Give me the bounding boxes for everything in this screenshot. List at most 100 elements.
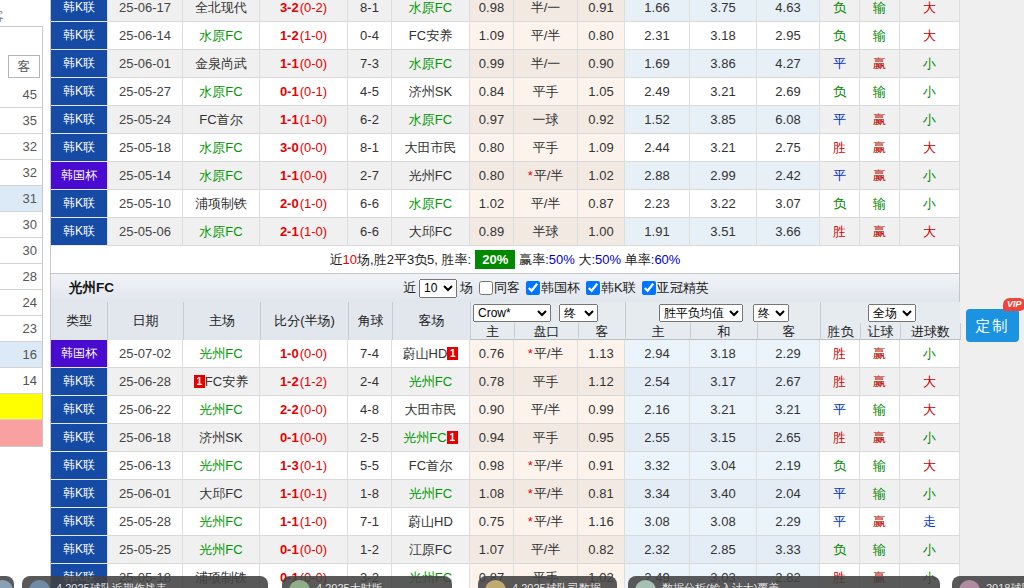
asian-away-odds[interactable]: 0.99 <box>578 396 625 424</box>
euro-odds[interactable]: 3.21 <box>690 396 757 424</box>
asian-away-odds[interactable]: 1.05 <box>578 78 625 106</box>
euro-odds[interactable]: 3.17 <box>690 368 757 396</box>
euro-odds[interactable]: 1.52 <box>625 106 690 134</box>
period-select[interactable]: 全场 <box>868 304 916 322</box>
euro-odds[interactable]: 4.63 <box>757 0 820 22</box>
euro-avg-select[interactable]: 胜平负均值 <box>659 304 743 322</box>
euro-odds[interactable]: 2.95 <box>757 22 820 50</box>
asian-home-odds[interactable]: 0.89 <box>470 218 514 246</box>
filter-checkbox-韩国杯[interactable]: 韩国杯 <box>526 279 580 297</box>
euro-odds[interactable]: 3.66 <box>757 218 820 246</box>
asian-away-odds[interactable]: 1.00 <box>578 218 625 246</box>
euro-odds[interactable]: 2.54 <box>625 368 690 396</box>
euro-odds[interactable]: 3.21 <box>690 78 757 106</box>
filter-checkbox-韩K联[interactable]: 韩K联 <box>586 279 636 297</box>
euro-odds[interactable]: 3.21 <box>690 134 757 162</box>
euro-odds[interactable]: 3.15 <box>690 424 757 452</box>
euro-odds[interactable]: 3.85 <box>690 106 757 134</box>
euro-odds[interactable]: 4.27 <box>757 50 820 78</box>
asian-home-odds[interactable]: 0.80 <box>470 162 514 190</box>
taskbar-window-button[interactable]: 4.2025大时版 <box>282 576 452 588</box>
away-team-cell[interactable]: FC首尔 <box>392 452 470 480</box>
taskbar-window-button[interactable]: 2018球队近期数据 <box>952 576 1024 588</box>
asian-away-odds[interactable]: 0.82 <box>578 536 625 564</box>
home-team-cell[interactable]: 光州FC <box>183 340 260 368</box>
euro-final-select[interactable]: 终 <box>753 304 789 322</box>
handicap-cell[interactable]: 半/一 <box>514 50 578 78</box>
euro-odds[interactable]: 2.19 <box>757 452 820 480</box>
home-team-cell[interactable]: 浦项制铁 <box>183 190 260 218</box>
euro-odds[interactable]: 1.69 <box>625 50 690 78</box>
euro-odds[interactable]: 2.32 <box>625 536 690 564</box>
handicap-cell[interactable]: 平/半 <box>514 22 578 50</box>
handicap-cell[interactable]: 半球 <box>514 218 578 246</box>
home-team-cell[interactable]: 全北现代 <box>183 0 260 22</box>
asian-away-odds[interactable]: 1.13 <box>578 340 625 368</box>
asian-away-odds[interactable]: 0.91 <box>578 452 625 480</box>
asian-home-odds[interactable]: 1.02 <box>470 190 514 218</box>
euro-odds[interactable]: 3.40 <box>690 480 757 508</box>
handicap-cell[interactable]: *平/半 <box>514 452 578 480</box>
home-team-cell[interactable]: 光州FC <box>183 396 260 424</box>
asian-away-odds[interactable]: 0.81 <box>578 480 625 508</box>
euro-odds[interactable]: 2.31 <box>625 22 690 50</box>
euro-odds[interactable]: 6.08 <box>757 106 820 134</box>
away-team-cell[interactable]: 大田市民 <box>392 134 470 162</box>
euro-odds[interactable]: 2.44 <box>625 134 690 162</box>
euro-odds[interactable]: 3.22 <box>690 190 757 218</box>
handicap-cell[interactable]: 平/半 <box>514 396 578 424</box>
home-team-cell[interactable]: 水原FC <box>183 162 260 190</box>
asian-away-odds[interactable]: 1.02 <box>578 162 625 190</box>
euro-odds[interactable]: 2.29 <box>757 340 820 368</box>
home-team-cell[interactable]: 光州FC <box>183 508 260 536</box>
euro-odds[interactable]: 3.21 <box>757 396 820 424</box>
euro-odds[interactable]: 2.04 <box>757 480 820 508</box>
asian-away-odds[interactable]: 1.12 <box>578 368 625 396</box>
asian-away-odds[interactable]: 1.09 <box>578 134 625 162</box>
asian-home-odds[interactable]: 0.98 <box>470 0 514 22</box>
euro-odds[interactable]: 3.08 <box>625 508 690 536</box>
asian-home-odds[interactable]: 0.94 <box>470 424 514 452</box>
asian-away-odds[interactable]: 0.91 <box>578 0 625 22</box>
handicap-cell[interactable]: *平/半 <box>514 508 578 536</box>
asian-home-odds[interactable]: 0.76 <box>470 340 514 368</box>
home-team-cell[interactable]: 水原FC <box>183 134 260 162</box>
euro-odds[interactable]: 3.32 <box>625 452 690 480</box>
asian-home-odds[interactable]: 0.90 <box>470 396 514 424</box>
euro-odds[interactable]: 2.69 <box>757 78 820 106</box>
filter-checkbox-同客[interactable]: 同客 <box>479 279 520 297</box>
home-team-cell[interactable]: FC首尔 <box>183 106 260 134</box>
asian-away-odds[interactable]: 0.87 <box>578 190 625 218</box>
away-team-cell[interactable]: FC安养 <box>392 22 470 50</box>
euro-odds[interactable]: 2.29 <box>757 508 820 536</box>
home-team-cell[interactable]: 光州FC <box>183 536 260 564</box>
home-team-cell[interactable]: 济州SK <box>183 424 260 452</box>
away-team-cell[interactable]: 大邱FC <box>392 218 470 246</box>
euro-odds[interactable]: 3.75 <box>690 0 757 22</box>
handicap-cell[interactable]: 平手 <box>514 134 578 162</box>
euro-odds[interactable]: 3.86 <box>690 50 757 78</box>
games-count-select[interactable]: 10 <box>419 279 457 298</box>
asian-home-odds[interactable]: 0.84 <box>470 78 514 106</box>
home-team-cell[interactable]: 金泉尚武 <box>183 50 260 78</box>
euro-odds[interactable]: 3.33 <box>757 536 820 564</box>
handicap-cell[interactable]: *平/半 <box>514 162 578 190</box>
handicap-cell[interactable]: 平手 <box>514 78 578 106</box>
euro-odds[interactable]: 2.23 <box>625 190 690 218</box>
away-team-cell[interactable]: 江原FC <box>392 536 470 564</box>
away-team-cell[interactable]: 光州FC1 <box>392 424 470 452</box>
asian-final-select[interactable]: 终 <box>559 304 598 322</box>
away-team-cell[interactable]: 蔚山HD <box>392 508 470 536</box>
euro-odds[interactable]: 3.51 <box>690 218 757 246</box>
asian-home-odds[interactable]: 0.99 <box>470 50 514 78</box>
taskbar-window-button[interactable]: 4.2025球队近期作战表 <box>22 576 268 588</box>
asian-home-odds[interactable]: 0.78 <box>470 368 514 396</box>
euro-odds[interactable]: 2.88 <box>625 162 690 190</box>
taskbar-window-button[interactable] <box>0 576 14 588</box>
asian-home-odds[interactable]: 0.80 <box>470 134 514 162</box>
euro-odds[interactable]: 2.99 <box>690 162 757 190</box>
asian-home-odds[interactable]: 0.98 <box>470 452 514 480</box>
euro-odds[interactable]: 2.55 <box>625 424 690 452</box>
taskbar-window-button[interactable]: 数据分析(输入计大)覆盖 <box>628 576 940 588</box>
euro-odds[interactable]: 3.08 <box>690 508 757 536</box>
